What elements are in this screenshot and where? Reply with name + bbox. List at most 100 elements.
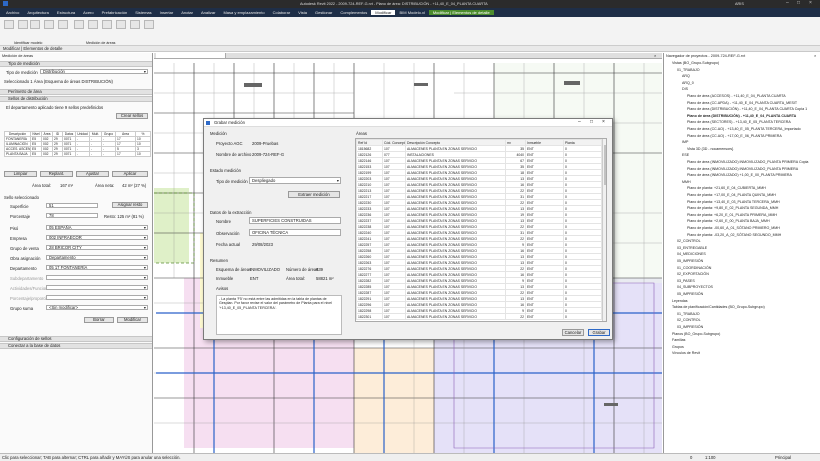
browser-item[interactable]: ESE — [682, 153, 689, 157]
browser-item[interactable]: Plano de planta: +6,20_E_01_PLANTA PRIME… — [687, 213, 777, 217]
browser-item[interactable]: Plano de planta: +17,00_E_04_PLANTA QUIN… — [687, 193, 776, 197]
porcentaje-input[interactable]: 78 — [46, 213, 98, 218]
ribbon-tab[interactable]: Colaborar — [269, 10, 295, 15]
section-sellos[interactable]: Sellos de distribución — [0, 96, 152, 102]
browser-item[interactable]: Vista 3D {3D - nocamensors} — [687, 147, 733, 151]
close-view-icon[interactable]: × — [654, 53, 656, 58]
ribbon-tab[interactable]: Prefabricación — [98, 10, 132, 15]
browser-item[interactable]: Grupos — [672, 345, 684, 349]
ribbon-tab[interactable]: Modificar — [371, 10, 396, 15]
field-select[interactable]: Departamento ▾ — [46, 255, 148, 260]
tab-active-view[interactable] — [156, 53, 226, 58]
asignar-resto-button[interactable]: Asignar resto — [112, 202, 148, 208]
field-select[interactable]: 05 ESPAÑA ▾ — [46, 225, 148, 230]
replant-button[interactable]: Replant. — [40, 171, 73, 177]
browser-item[interactable]: 02_EXPORTACIÓN — [677, 272, 709, 276]
ribbon-tab[interactable]: Complementos — [336, 10, 371, 15]
extraer-medicion-button[interactable]: Extraer medición — [288, 191, 340, 198]
browser-item[interactable]: Plano de área (CC.APDA) - +11,40_E_04_PL… — [687, 101, 797, 105]
browser-item[interactable]: Plano de área (INMOVILIZADO) INMOVILIZAD… — [687, 160, 808, 164]
aplicar-button[interactable]: Aplicar — [112, 171, 148, 177]
browser-item[interactable]: Plano de área (DISTRIBUCIÓN) - +11,40_E_… — [687, 114, 796, 118]
tool-icon[interactable] — [74, 20, 84, 29]
browser-item[interactable]: Plano de área (INMOVILIZADO) +1,00_E_00_… — [687, 173, 792, 177]
crear-sellos-button[interactable]: Crear sellos — [116, 113, 148, 119]
section-conectar[interactable]: Conectar a la base de datos — [0, 343, 152, 349]
browser-item[interactable]: 04_SUBPROYECTOS — [677, 285, 713, 289]
areas-grid-frame[interactable]: Ref Id Cód. Concepto Descripción Concepto m… — [355, 138, 607, 322]
ribbon-tab[interactable]: Modificar | Elementos de detalle — [428, 10, 494, 15]
browser-item[interactable]: Plano de planta: +13,40_E_03_PLANTA TERC… — [687, 200, 780, 204]
browser-item[interactable]: Plano de planta: +9,80_E_02_PLANTA SEGUN… — [687, 206, 778, 210]
ribbon-tab[interactable]: Vista — [294, 10, 311, 15]
field-select[interactable]: ▾ — [46, 275, 148, 280]
ribbon-tab[interactable]: Masa y emplazamiento — [219, 10, 268, 15]
cancel-button[interactable]: Cancelar — [562, 329, 584, 336]
close-icon[interactable]: × — [602, 119, 605, 126]
ribbon-tab[interactable]: Acero — [79, 10, 97, 15]
field-select[interactable]: ▾ — [46, 295, 148, 300]
field-select[interactable]: 002 INFRAECOR ▾ — [46, 235, 148, 240]
user-name[interactable]: ARIS — [735, 2, 744, 6]
join-icon[interactable] — [44, 20, 54, 29]
section-tipo-medicion[interactable]: Tipo de medición — [0, 61, 152, 67]
table-row[interactable]: 1822301 107 ALMACENES PLANTA EN ZONAS SERV… — [356, 313, 602, 320]
tipo-medicion-select[interactable]: Despliegado ▾ — [249, 177, 341, 184]
browser-item[interactable]: ARQ_0 — [682, 81, 694, 85]
measure-icon[interactable] — [116, 20, 126, 29]
browser-item[interactable]: 02_CONTROL — [677, 318, 701, 322]
close-icon[interactable]: × — [814, 53, 816, 58]
browser-item[interactable]: Planos (BO_Grupo-Subgrupo) — [672, 332, 720, 336]
column-header[interactable]: Nivel — [30, 131, 42, 137]
modificar-button[interactable]: Modificar — [117, 317, 148, 323]
field-select[interactable]: 05 17 FONTANERÍA ▾ — [46, 265, 148, 270]
table-row[interactable]: PLANTA BAJA E5 002 29 0071- - -17 10 — [4, 151, 151, 157]
browser-item[interactable]: Vistas (BO_Grupo-Subgrupo) — [672, 61, 719, 65]
browser-item[interactable]: 04_MEDICIONES — [677, 252, 706, 256]
minimize-icon[interactable]: – — [578, 119, 581, 126]
browser-item[interactable]: 05_IMPRESIÓN — [677, 292, 703, 296]
ribbon-tab[interactable]: Sistemas — [131, 10, 155, 15]
browser-item[interactable]: 02_CONTROL — [677, 239, 701, 243]
avisos-textarea[interactable]: - La planta 'F5' no está entre las admit… — [216, 295, 342, 335]
ribbon-tab[interactable]: Estructura — [53, 10, 79, 15]
ribbon-tab[interactable]: Analizar — [197, 10, 219, 15]
browser-item[interactable]: Plano de área (ACCESOS) - +11,40_E_04_PL… — [687, 94, 786, 98]
browser-item[interactable]: ARQ — [682, 74, 690, 78]
browser-item[interactable]: DIS — [682, 87, 688, 91]
grid-scrollbar[interactable] — [602, 139, 606, 321]
browser-item[interactable]: Plano de área (INMOVILIZADO) INMOVILIZAD… — [687, 167, 798, 171]
browser-item[interactable]: 05_IMPRESIÓN — [677, 259, 703, 263]
area-icon[interactable] — [88, 20, 98, 29]
browser-item[interactable]: Plano de planta: -00,60_A_01_SÓTANO PRIM… — [687, 226, 780, 230]
ribbon-tab[interactable]: BIM Modelo.xl — [395, 10, 428, 15]
nombre-input[interactable]: SUPERFICIES CONSTRUIDAS — [249, 217, 341, 224]
area-tag-icon[interactable] — [102, 20, 112, 29]
close-icon[interactable]: × — [809, 0, 812, 6]
browser-item[interactable]: 03_ENTREGABLE — [677, 246, 707, 250]
browser-item[interactable]: Plano de planta: +2,60_E_00_PLANTA BAJA_… — [687, 219, 770, 223]
grabar-button[interactable]: Grabar — [588, 329, 610, 336]
browser-item[interactable]: 01_TRABAJO — [677, 312, 700, 316]
paste-icon[interactable] — [18, 20, 28, 29]
browser-item[interactable]: Tablas de planificación/Cantidades (BO_G… — [672, 305, 765, 309]
cut-icon[interactable] — [30, 20, 40, 29]
maximize-icon[interactable]: □ — [797, 0, 800, 6]
section-perimetro[interactable]: Perímetro de área — [0, 89, 152, 95]
ribbon-tab[interactable]: Anotar — [177, 10, 197, 15]
settings-icon[interactable] — [144, 20, 154, 29]
browser-item[interactable]: Plano de área (CC.AO) - +17,00_E_06_PLAN… — [687, 134, 782, 138]
browser-item[interactable]: Leyendas — [672, 299, 688, 303]
browser-item[interactable]: Plano de área (DISTRIBUCIÓN) - +11,40_E_… — [687, 107, 807, 111]
ribbon-tab[interactable]: Arquitectura — [23, 10, 53, 15]
browser-item[interactable]: Plano de planta: +21,60_E_04_CUBIERTA_MM… — [687, 186, 766, 190]
minimize-icon[interactable]: – — [786, 0, 789, 6]
modify-icon[interactable] — [4, 20, 14, 29]
field-select[interactable]: ▾ — [46, 285, 148, 290]
maximize-icon[interactable]: □ — [590, 119, 593, 126]
browser-item[interactable]: Familias — [672, 338, 685, 342]
browser-item[interactable]: 01_COORDINACIÓN — [677, 266, 711, 270]
browser-item[interactable]: Plano de área (CC.AO) - +13,40_E_05_PLAN… — [687, 127, 801, 131]
scrollbar-thumb[interactable] — [604, 145, 606, 185]
field-select[interactable]: 28 BRICOR CITY ▾ — [46, 245, 148, 250]
